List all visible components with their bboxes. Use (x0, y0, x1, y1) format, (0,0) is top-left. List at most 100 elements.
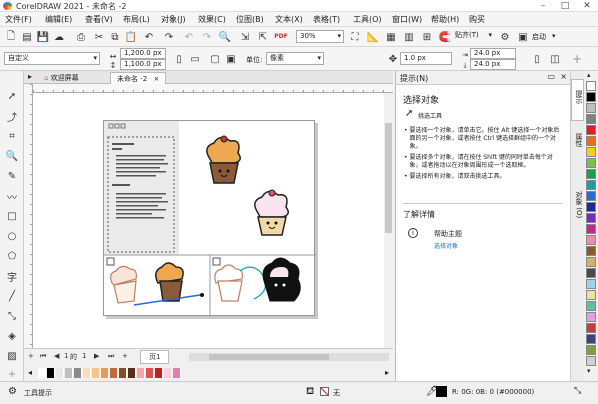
all-pages-icon[interactable]: ▢ (208, 52, 222, 66)
print-icon[interactable]: ⎙ (74, 30, 88, 44)
menu-help[interactable]: 帮助(H) (431, 14, 459, 25)
page-size-select[interactable]: 自定义 ▾ (4, 52, 100, 65)
menu-table[interactable]: 表格(T) (313, 14, 340, 25)
facing-pages-icon[interactable]: ◫ (548, 52, 562, 66)
menu-buy[interactable]: 购买 (469, 14, 485, 25)
color-swatch[interactable] (586, 147, 596, 157)
snap-select[interactable]: 贴齐(T) ▾ (452, 30, 494, 43)
page-height-field[interactable]: 1,100.0 px (120, 59, 166, 70)
rulers-icon[interactable]: 📐 (366, 30, 380, 44)
tab-objects[interactable]: 对象 (O) (574, 191, 584, 218)
export-icon[interactable]: ⇱ (256, 30, 270, 44)
search-icon[interactable]: 🔍 (218, 30, 232, 44)
last-page-icon[interactable]: ⏭ (108, 352, 114, 361)
close-icon[interactable]: × (153, 75, 159, 83)
page-icon[interactable]: ▯ (530, 52, 544, 66)
menu-file[interactable]: 文件(F) (5, 14, 32, 25)
full-screen-icon[interactable]: ⛶ (348, 30, 362, 44)
import-icon[interactable]: ⇲ (238, 30, 252, 44)
color-swatch[interactable] (586, 202, 596, 212)
color-swatch[interactable] (586, 356, 596, 366)
gear-icon[interactable]: ⚙ (498, 30, 512, 44)
add-icon[interactable]: + (570, 52, 584, 66)
menu-edit[interactable]: 编辑(E) (45, 14, 72, 25)
menu-bitmap[interactable]: 位图(B) (236, 14, 264, 25)
freehand-tool-icon[interactable]: ✎ (5, 169, 19, 183)
vertical-ruler[interactable] (24, 84, 33, 348)
color-swatch[interactable] (586, 136, 596, 146)
color-swatch[interactable] (586, 191, 596, 201)
snap-icon[interactable]: ⊞ (420, 30, 434, 44)
text-tool-icon[interactable]: 字 (5, 269, 19, 284)
ellipse-tool-icon[interactable]: ○ (5, 229, 19, 243)
launch-label[interactable]: 启动 (532, 32, 546, 42)
redo-disabled-icon[interactable]: ↷ (200, 30, 214, 44)
snap-dropdown-icon[interactable]: 🧲 (438, 30, 452, 44)
maximize-button[interactable]: □ (554, 0, 576, 12)
color-swatch[interactable] (586, 257, 596, 267)
rectangle-tool-icon[interactable]: □ (5, 209, 19, 223)
tab-welcome[interactable]: ⌂ 欢迎屏幕 (38, 72, 85, 84)
fill-bucket-icon[interactable]: ⛾ (306, 386, 314, 399)
color-swatch[interactable] (56, 368, 64, 378)
help-link[interactable]: 选择对象 (434, 241, 458, 250)
connector-tool-icon[interactable]: ⤡ (5, 309, 19, 323)
menu-effects[interactable]: 效果(C) (198, 14, 226, 25)
unit-select[interactable]: 像素 ▾ (266, 52, 324, 65)
color-swatch[interactable] (137, 368, 145, 378)
outline-color-swatch[interactable] (436, 386, 447, 397)
color-swatch[interactable] (586, 301, 596, 311)
menu-object[interactable]: 对象(J) (161, 14, 186, 25)
color-swatch[interactable] (128, 368, 136, 378)
page-width-field[interactable]: 1,200.0 px (120, 48, 166, 59)
interactive-fill-icon[interactable]: ◈ (5, 329, 19, 343)
grid-icon[interactable]: ▦ (384, 30, 398, 44)
color-swatch[interactable] (586, 334, 596, 344)
first-page-icon[interactable]: ⏮ (40, 352, 46, 361)
color-swatch[interactable] (586, 246, 596, 256)
undo-icon[interactable]: ↶ (142, 30, 156, 44)
color-swatch[interactable] (586, 169, 596, 179)
landscape-icon[interactable]: ▭ (188, 52, 202, 66)
resize-grip-icon[interactable]: ⤡ (574, 386, 581, 396)
color-swatch[interactable] (586, 224, 596, 234)
vertical-scrollbar[interactable] (384, 93, 393, 348)
prev-page-icon[interactable]: ◀ (54, 352, 59, 360)
color-swatch[interactable] (47, 368, 55, 378)
undo-disabled-icon[interactable]: ↶ (182, 30, 196, 44)
close-icon[interactable]: × (560, 72, 567, 81)
launch-icon[interactable]: ▣ (516, 30, 530, 44)
add-page-icon[interactable]: + (28, 352, 34, 360)
tab-document[interactable]: 未命名 -2 × (110, 72, 167, 84)
color-swatch[interactable] (586, 81, 596, 91)
scrollbar-thumb[interactable] (209, 354, 329, 360)
palette-scroll-up-icon[interactable]: ▴ (587, 71, 591, 79)
color-swatch[interactable] (586, 312, 596, 322)
color-swatch[interactable] (155, 368, 163, 378)
color-swatch[interactable] (83, 368, 91, 378)
color-swatch[interactable] (101, 368, 109, 378)
tab-scroll-icon[interactable]: ▸ (28, 72, 32, 81)
crop-tool-icon[interactable]: ⌗ (5, 129, 19, 143)
color-swatch[interactable] (586, 279, 596, 289)
transparency-tool-icon[interactable]: ▨ (5, 349, 19, 363)
color-swatch[interactable] (74, 368, 82, 378)
minimize-button[interactable]: – (532, 0, 554, 12)
close-button[interactable]: ✕ (576, 0, 598, 12)
color-swatch[interactable] (586, 125, 596, 135)
tab-properties[interactable]: 属性 (574, 133, 584, 147)
copy-icon[interactable]: ⧉ (108, 30, 122, 44)
dimension-tool-icon[interactable]: ╱ (5, 289, 19, 303)
color-swatch[interactable] (110, 368, 118, 378)
cloud-icon[interactable]: ☁ (52, 30, 66, 44)
pick-tool-icon[interactable]: ➚ (5, 89, 19, 103)
color-swatch[interactable] (586, 290, 596, 300)
menu-window[interactable]: 窗口(W) (392, 14, 422, 25)
scrollbar-thumb[interactable] (385, 123, 392, 233)
palette-scroll-left-icon[interactable]: ◂ (28, 368, 32, 377)
guidelines-icon[interactable]: ▥ (402, 30, 416, 44)
shape-tool-icon[interactable]: ⤴ (5, 109, 19, 124)
color-swatch[interactable] (164, 368, 172, 378)
color-swatch[interactable] (146, 368, 154, 378)
color-swatch[interactable] (586, 180, 596, 190)
